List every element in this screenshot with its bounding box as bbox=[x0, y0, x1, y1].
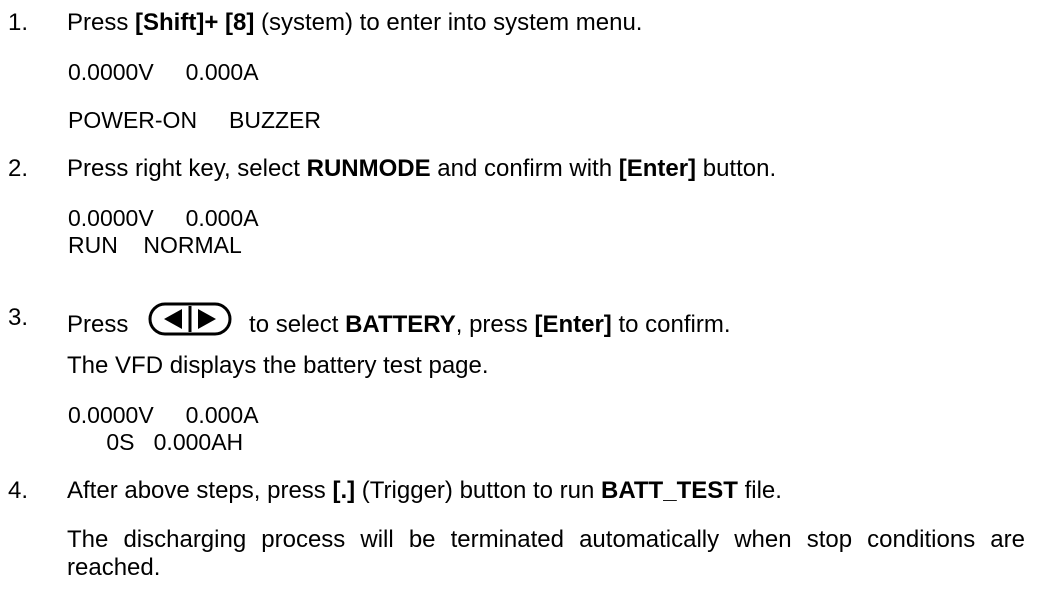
step-3-text-a: Press bbox=[67, 311, 129, 338]
step-2-text: Press right key, select RUNMODE and conf… bbox=[67, 155, 776, 183]
step-4-text: After above steps, press [.] (Trigger) b… bbox=[67, 477, 782, 505]
step-4-text-c: file. bbox=[737, 477, 782, 504]
step-1-display-line-2: POWER-ON BUZZER bbox=[68, 107, 321, 133]
step-1-text-b: (system) to enter into system menu. bbox=[254, 9, 643, 36]
step-3-note: The VFD displays the battery test page. bbox=[67, 352, 489, 379]
step-2-text-c: button. bbox=[696, 155, 777, 182]
step-1-text-a: Press bbox=[67, 9, 136, 36]
step-3-text-c: , press bbox=[455, 311, 535, 338]
step-3-text-d: to confirm. bbox=[611, 311, 731, 338]
step-1-display-line-1: 0.0000V 0.000A bbox=[68, 59, 259, 85]
step-2-text-b: and confirm with bbox=[430, 155, 619, 182]
step-2-enter-key: [Enter] bbox=[618, 155, 697, 182]
left-right-arrow-keys-icon bbox=[148, 302, 232, 336]
step-2-display-line-2: RUN NORMAL bbox=[68, 232, 242, 258]
step-1-text: Press [Shift]+ [8] (system) to enter int… bbox=[67, 9, 642, 37]
step-2-display-line-1: 0.0000V 0.000A bbox=[68, 205, 259, 231]
step-4-number: 4. bbox=[8, 477, 29, 504]
step-2-runmode: RUNMODE bbox=[306, 155, 431, 182]
step-3-text-b: to select bbox=[242, 311, 346, 338]
step-4-text-a: After above steps, press bbox=[67, 477, 333, 504]
step-3-enter-key: [Enter] bbox=[534, 311, 612, 338]
step-4-note: The discharging process will be terminat… bbox=[67, 526, 1025, 581]
step-3-display-line-2: 0S 0.000AH bbox=[68, 429, 244, 455]
step-3-battery: BATTERY bbox=[345, 311, 456, 338]
step-4-batt-test: BATT_TEST bbox=[601, 477, 738, 504]
step-3-number: 3. bbox=[8, 304, 29, 331]
step-4-text-b: (Trigger) button to run bbox=[355, 477, 602, 504]
step-2-number: 2. bbox=[8, 155, 29, 182]
step-2-text-a: Press right key, select bbox=[67, 155, 307, 182]
step-1-number: 1. bbox=[8, 9, 29, 36]
step-3-display-line-1: 0.0000V 0.000A bbox=[68, 402, 259, 428]
step-1-key: [Shift]+ [8] bbox=[135, 9, 255, 36]
step-4-dot-key: [.] bbox=[332, 477, 356, 504]
step-3-text: Press to select BATTERY, press [Enter] t… bbox=[67, 302, 731, 339]
